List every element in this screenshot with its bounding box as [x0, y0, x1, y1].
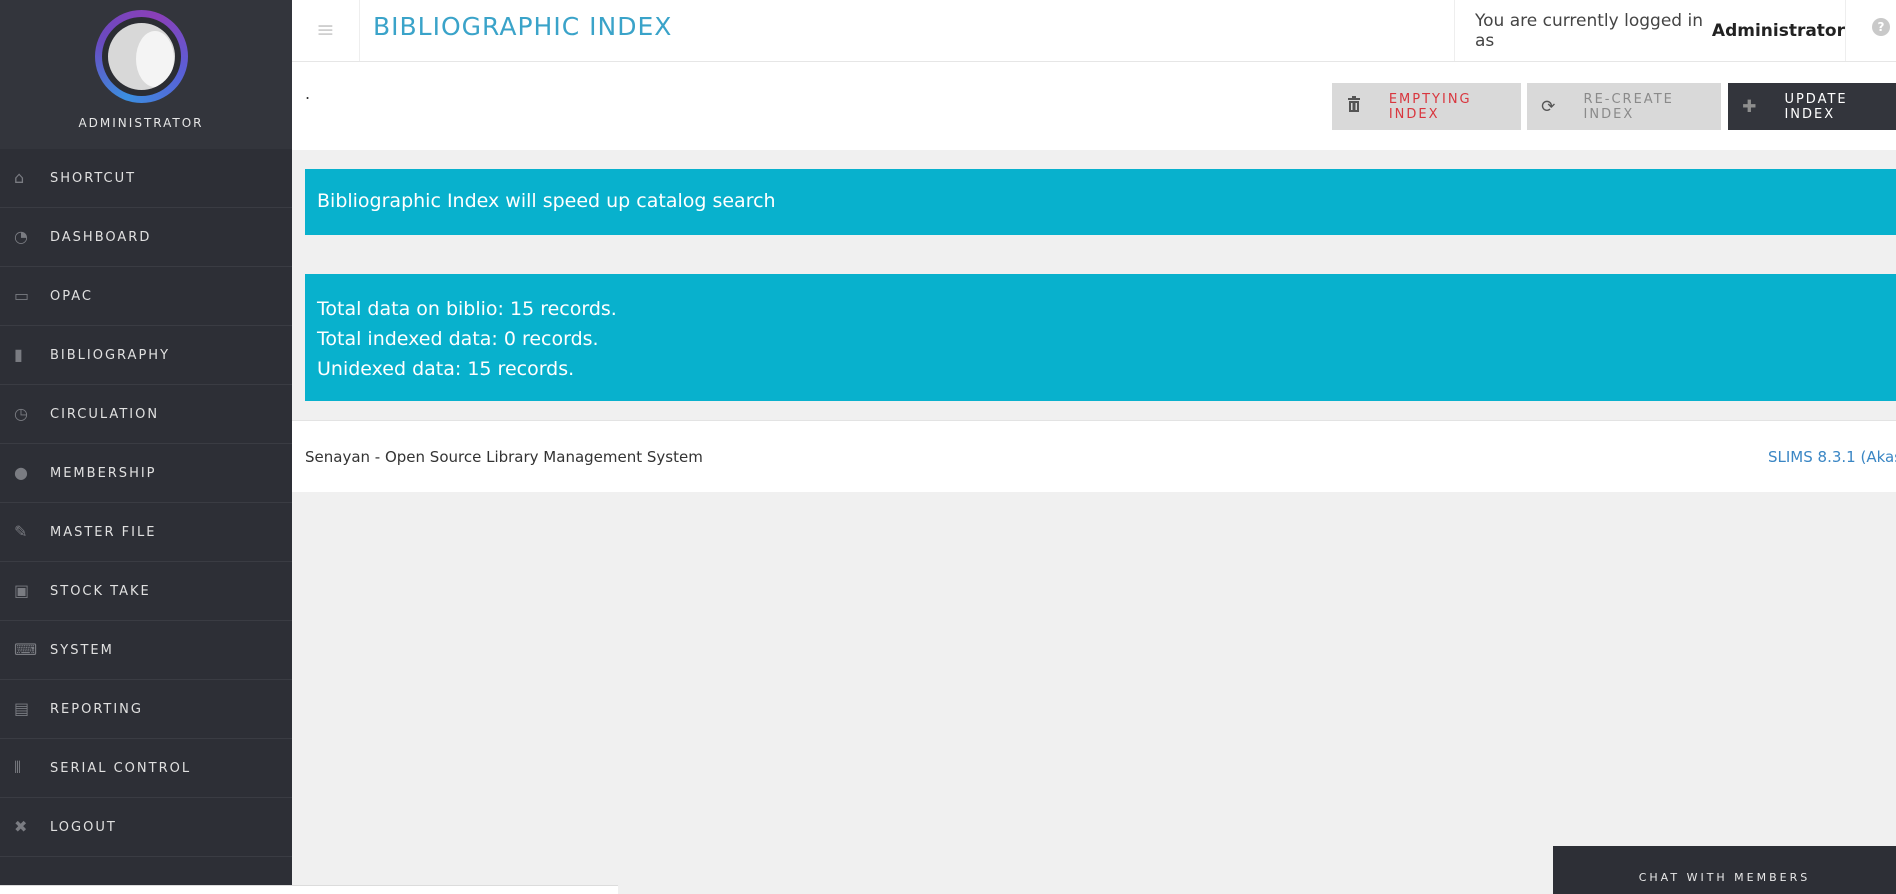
recreate-index-label: RE-CREATE INDEX — [1583, 91, 1674, 122]
home-icon: ⌂ — [14, 168, 25, 187]
sidebar: ADMINISTRATOR ⌂ SHORTCUT ◔ DASHBOARD ▭ OPAC ▮ B… — [0, 0, 292, 894]
dashboard-icon: ◔ — [14, 227, 28, 246]
refresh-icon: ⟳ — [1541, 96, 1558, 117]
emptying-index-label: EMPTYING INDEX — [1388, 91, 1472, 122]
bottom-strip — [0, 885, 618, 894]
profile-name: ADMINISTRATOR — [78, 116, 204, 130]
sidebar-item-reporting[interactable]: ▤ REPORTING — [0, 680, 292, 739]
sidebar-item-shortcut[interactable]: ⌂ SHORTCUT — [0, 149, 292, 208]
header: ≡ BIBLIOGRAPHIC INDEX You are currently … — [292, 0, 1896, 62]
sidebar-item-stock-take[interactable]: ▣ STOCK TAKE — [0, 562, 292, 621]
stat-total-indexed: Total indexed data: 0 records. — [317, 328, 599, 350]
info-message-text: Bibliographic Index will speed up catalo… — [317, 190, 776, 212]
sidebar-item-label: MASTER FILE — [50, 524, 157, 540]
file-icon: ▤ — [14, 699, 30, 718]
close-icon: ✖ — [14, 817, 28, 836]
trash-icon — [1344, 96, 1365, 117]
barcode-icon: ⦀ — [14, 758, 22, 777]
stat-total-biblio: Total data on biblio: 15 records. — [317, 298, 617, 320]
hamburger-icon: ≡ — [316, 18, 335, 43]
login-user: Administrator — [1711, 20, 1845, 41]
chat-with-members-button[interactable]: CHAT WITH MEMBERS — [1553, 846, 1896, 894]
avatar[interactable] — [95, 10, 188, 103]
sidebar-item-label: SYSTEM — [50, 642, 114, 658]
index-stats: Total data on biblio: 15 records. Total … — [305, 274, 1896, 401]
toolbar-dot: . — [305, 84, 311, 103]
sidebar-item-opac[interactable]: ▭ OPAC — [0, 267, 292, 326]
user-icon: ● — [14, 463, 28, 482]
bookmark-icon: ▮ — [14, 345, 23, 364]
sidebar-item-label: SHORTCUT — [50, 170, 137, 186]
clock-icon: ◷ — [14, 404, 28, 423]
sidebar-item-serial-control[interactable]: ⦀ SERIAL CONTROL — [0, 739, 292, 798]
pencil-icon: ✎ — [14, 522, 28, 541]
sidebar-item-membership[interactable]: ● MEMBERSHIP — [0, 444, 292, 503]
login-prefix: You are currently logged in as — [1475, 10, 1703, 51]
login-status: You are currently logged in as Administr… — [1454, 0, 1846, 61]
sidebar-item-logout[interactable]: ✖ LOGOUT — [0, 798, 292, 857]
sidebar-item-label: REPORTING — [50, 701, 143, 717]
monitor-icon: ▭ — [14, 286, 30, 305]
update-index-button[interactable]: ✚ UPDATE INDEX — [1728, 83, 1896, 130]
toolbar: . EMPTYING INDEX ⟳ RE-CREATE INDEX ✚ UPD… — [292, 62, 1896, 150]
keyboard-icon: ⌨ — [14, 640, 38, 659]
sidebar-item-label: DASHBOARD — [50, 229, 152, 245]
update-index-label: UPDATE INDEX — [1784, 91, 1848, 122]
sidebar-item-label: MEMBERSHIP — [50, 465, 157, 481]
footer-system-name: Senayan - Open Source Library Management… — [305, 448, 703, 466]
help-icon[interactable]: ? — [1872, 18, 1890, 36]
sidebar-item-label: STOCK TAKE — [50, 583, 151, 599]
info-message: Bibliographic Index will speed up catalo… — [305, 169, 1896, 235]
footer-version-link[interactable]: SLIMS 8.3.1 (Akasia) — [1768, 448, 1896, 466]
sidebar-item-label: SERIAL CONTROL — [50, 760, 192, 776]
sidebar-item-label: LOGOUT — [50, 819, 117, 835]
sidebar-item-label: CIRCULATION — [50, 406, 160, 422]
chat-label: CHAT WITH MEMBERS — [1638, 871, 1811, 884]
briefcase-icon: ▣ — [14, 581, 30, 600]
recreate-index-button[interactable]: ⟳ RE-CREATE INDEX — [1527, 83, 1721, 130]
stat-unindexed: Unidexed data: 15 records. — [317, 358, 575, 380]
sidebar-item-dashboard[interactable]: ◔ DASHBOARD — [0, 208, 292, 267]
profile-panel: ADMINISTRATOR — [0, 0, 292, 149]
sidebar-item-label: OPAC — [50, 288, 93, 304]
sidebar-item-system[interactable]: ⌨ SYSTEM — [0, 621, 292, 680]
page-title: BIBLIOGRAPHIC INDEX — [373, 12, 673, 41]
sidebar-item-circulation[interactable]: ◷ CIRCULATION — [0, 385, 292, 444]
emptying-index-button[interactable]: EMPTYING INDEX — [1332, 83, 1521, 130]
sidebar-item-bibliography[interactable]: ▮ BIBLIOGRAPHY — [0, 326, 292, 385]
menu-toggle-button[interactable]: ≡ — [292, 0, 360, 61]
footer: Senayan - Open Source Library Management… — [292, 420, 1896, 492]
sidebar-item-label: BIBLIOGRAPHY — [50, 347, 171, 363]
sidebar-item-master-file[interactable]: ✎ MASTER FILE — [0, 503, 292, 562]
sidebar-nav: ⌂ SHORTCUT ◔ DASHBOARD ▭ OPAC ▮ BIBLIOGRAPHY ◷ CI… — [0, 149, 292, 857]
plus-icon: ✚ — [1742, 96, 1759, 117]
